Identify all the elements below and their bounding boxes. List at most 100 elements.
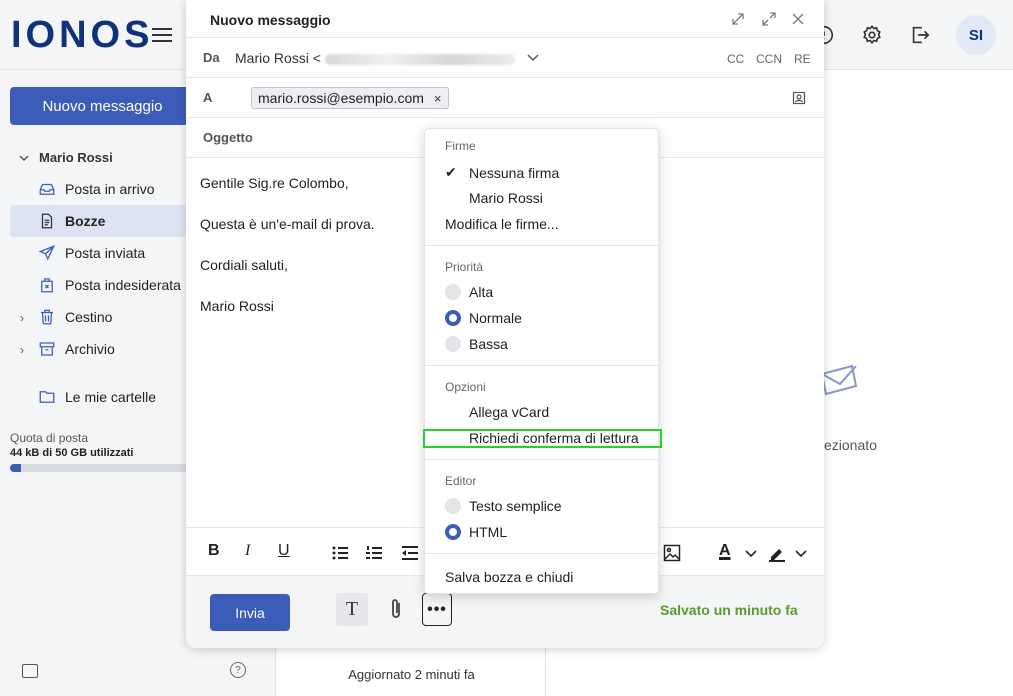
radio-icon: [445, 498, 461, 514]
sidebar-item-spam[interactable]: Posta indesiderata: [10, 269, 190, 301]
folder-label: Cestino: [65, 309, 113, 325]
menu-item-edit-signatures[interactable]: Modifica le firme...: [445, 216, 559, 232]
menu-icon[interactable]: [152, 25, 172, 45]
body-line: Questa è un'e-mail di prova.: [200, 216, 375, 232]
menu-item-label: Testo semplice: [469, 498, 562, 514]
editor-plain-radio[interactable]: Testo semplice: [445, 498, 562, 514]
highlight-icon[interactable]: [768, 544, 786, 562]
text-format-button[interactable]: T: [336, 593, 368, 626]
chevron-down-icon[interactable]: [18, 152, 30, 164]
archive-icon: [39, 342, 55, 356]
trash-icon: [41, 309, 53, 325]
inbox-icon: [39, 183, 55, 195]
remove-recipient-icon[interactable]: ×: [434, 91, 442, 106]
reply-to-button[interactable]: RE: [794, 52, 811, 66]
menu-item-label: Normale: [469, 310, 522, 326]
radio-icon: [445, 336, 461, 352]
sidebar-item-trash[interactable]: › Cestino: [10, 301, 190, 333]
menu-divider: [425, 365, 658, 366]
spam-icon: [41, 278, 53, 293]
message-body[interactable]: Gentile Sig.re Colombo, Questa è un'e-ma…: [200, 175, 375, 339]
quota-value: 44 kB di 50 GB utilizzati: [10, 447, 134, 459]
logout-icon[interactable]: [909, 24, 931, 46]
numbered-list-icon[interactable]: [365, 544, 383, 562]
account-name: Mario Rossi: [39, 150, 113, 165]
popout-icon[interactable]: [730, 11, 746, 27]
sidebar-item-archive[interactable]: › Archivio: [10, 333, 190, 365]
quota-label: Quota di posta: [10, 431, 89, 445]
close-icon[interactable]: [790, 11, 806, 27]
menu-item-signature-mario[interactable]: Mario Rossi: [445, 190, 543, 206]
to-row: A mario.rossi@esempio.com ×: [186, 78, 824, 118]
new-message-button[interactable]: Nuovo messaggio: [10, 87, 195, 125]
menu-item-label: Modifica le firme...: [445, 216, 559, 232]
send-button[interactable]: Invia: [210, 594, 290, 631]
chevron-down-icon[interactable]: [744, 544, 758, 562]
priority-high-radio[interactable]: Alta: [445, 284, 493, 300]
sidebar-item-my-folders[interactable]: Le mie cartelle: [10, 381, 190, 413]
radio-selected-icon: [445, 310, 461, 326]
send-icon: [38, 245, 56, 261]
draft-icon: [41, 213, 53, 229]
editor-section-title: Editor: [445, 474, 477, 488]
editor-html-radio[interactable]: HTML: [445, 524, 507, 540]
insert-image-icon[interactable]: [663, 544, 681, 562]
folder-label: Archivio: [65, 341, 115, 357]
menu-divider: [425, 553, 658, 554]
priority-normal-radio[interactable]: Normale: [445, 310, 522, 326]
quota-fill: [10, 464, 21, 472]
to-label: A: [203, 90, 213, 105]
radio-selected-icon: [445, 524, 461, 540]
contacts-icon[interactable]: [792, 91, 806, 105]
help-icon[interactable]: ?: [230, 662, 246, 678]
menu-item-attach-vcard[interactable]: Allega vCard: [445, 404, 549, 420]
menu-item-save-close[interactable]: Salva bozza e chiudi: [445, 569, 573, 585]
sidebar-toggle-icon[interactable]: [22, 664, 38, 678]
outdent-icon[interactable]: [401, 544, 419, 562]
empty-state-text: ezionato: [824, 437, 877, 453]
underline-button[interactable]: U: [278, 542, 290, 560]
body-line: Mario Rossi: [200, 298, 274, 314]
chevron-down-icon[interactable]: [526, 50, 540, 64]
font-color-button[interactable]: A: [719, 542, 731, 560]
priority-low-radio[interactable]: Bassa: [445, 336, 508, 352]
folder-label: Le mie cartelle: [65, 389, 157, 405]
menu-item-label: Bassa: [469, 336, 508, 352]
sidebar-item-drafts[interactable]: Bozze: [10, 205, 190, 237]
radio-icon: [445, 284, 461, 300]
menu-divider: [425, 245, 658, 246]
cc-button[interactable]: CC: [727, 52, 744, 66]
more-options-button[interactable]: •••: [422, 593, 452, 626]
highlight-box: [423, 429, 662, 448]
expand-icon[interactable]: [761, 11, 777, 27]
priority-section-title: Priorità: [445, 260, 484, 274]
paperclip-icon[interactable]: [386, 597, 406, 621]
from-row: Da Mario Rossi < CC CCN RE: [186, 38, 824, 78]
chevron-right-icon[interactable]: ›: [20, 343, 24, 357]
menu-item-no-signature[interactable]: ✔ Nessuna firma: [445, 164, 559, 181]
folder-label: Posta indesiderata: [65, 277, 181, 293]
bold-button[interactable]: B: [208, 542, 220, 560]
recipient-email: mario.rossi@esempio.com: [258, 90, 424, 106]
bullet-list-icon[interactable]: [331, 544, 349, 562]
options-menu: Firme ✔ Nessuna firma Mario Rossi Modifi…: [423, 128, 662, 594]
gear-icon[interactable]: [861, 24, 883, 46]
folder-label: Posta in arrivo: [65, 181, 155, 197]
avatar[interactable]: SI: [956, 15, 996, 55]
chevron-right-icon[interactable]: ›: [20, 311, 24, 325]
sidebar-item-sent[interactable]: Posta inviata: [10, 237, 190, 269]
menu-item-label: HTML: [469, 524, 508, 540]
from-field[interactable]: Mario Rossi <: [235, 50, 515, 66]
compose-header: Nuovo messaggio: [186, 0, 824, 38]
options-section-title: Opzioni: [445, 380, 486, 394]
signatures-section-title: Firme: [445, 139, 476, 153]
account-node[interactable]: Mario Rossi: [18, 150, 113, 165]
chevron-down-icon[interactable]: [794, 544, 808, 562]
recipient-chip[interactable]: mario.rossi@esempio.com ×: [251, 87, 449, 109]
checkmark-icon: ✔: [445, 164, 457, 180]
italic-button[interactable]: I: [245, 542, 250, 560]
sidebar-item-inbox[interactable]: Posta in arrivo: [10, 173, 190, 205]
updated-status: Aggiornato 2 minuti fa: [348, 667, 475, 682]
bcc-button[interactable]: CCN: [756, 52, 782, 66]
folder-label: Bozze: [65, 213, 106, 229]
